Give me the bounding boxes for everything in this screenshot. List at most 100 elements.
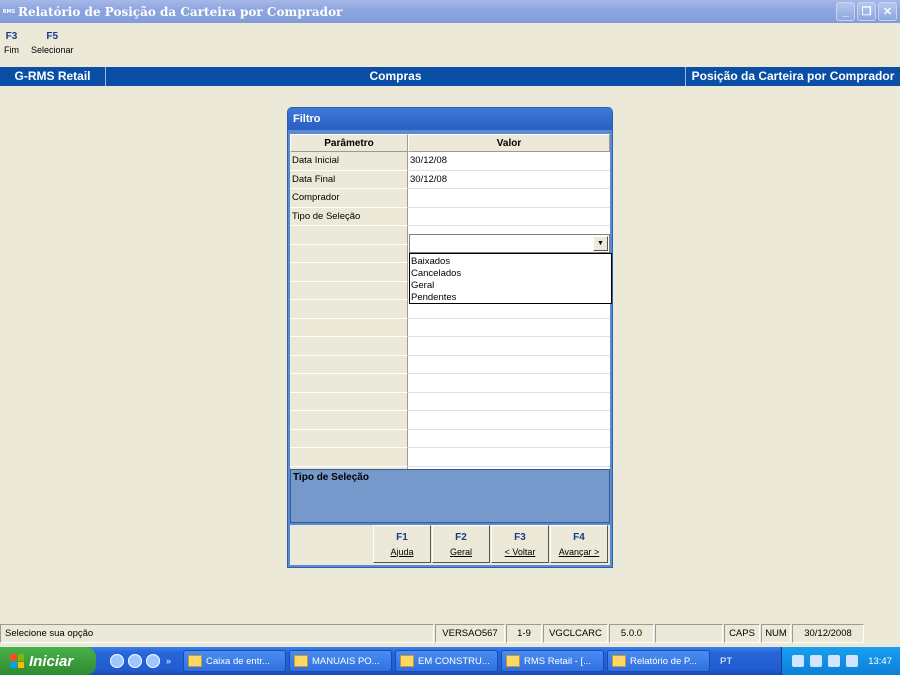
empty-cell: [290, 263, 408, 282]
empty-row: [290, 355, 610, 374]
ajuda-button[interactable]: F1 Ajuda: [373, 525, 431, 563]
dropdown-option-pendentes[interactable]: Pendentes: [411, 292, 610, 304]
internet-explorer-icon[interactable]: [110, 654, 124, 668]
rms-app-icon: [612, 655, 627, 667]
fkey-key: F5: [46, 31, 59, 42]
tipo-selecao-cell: [408, 207, 610, 226]
start-button[interactable]: Iniciar: [0, 647, 96, 675]
status-range: 1-9: [506, 624, 542, 643]
volume-icon[interactable]: [810, 655, 823, 667]
empty-cell: [408, 374, 610, 393]
button-key: F1: [396, 531, 408, 543]
tipo-selecao-combobox[interactable]: ▼: [409, 234, 610, 253]
window-title: Relatório de Posição da Carteira por Com…: [18, 4, 343, 19]
fkey-label: Fim: [4, 45, 19, 55]
folder-icon: [294, 655, 309, 667]
empty-cell: [290, 374, 408, 393]
empty-cell: [290, 226, 408, 245]
status-num: NUM: [761, 624, 791, 643]
header-app-name: G-RMS Retail: [0, 67, 106, 86]
avancar-button[interactable]: F4 Avançar >: [550, 525, 608, 563]
maximize-button[interactable]: ❐: [857, 2, 876, 21]
status-program: VGCLCARC: [543, 624, 608, 643]
parameter-grid: Parâmetro Valor Data Inicial 30/12/08 Da…: [290, 134, 612, 485]
empty-cell: [290, 281, 408, 300]
comprador-field[interactable]: [408, 189, 610, 208]
fkey-fim-button[interactable]: F3 Fim: [4, 31, 19, 61]
empty-cell: [290, 355, 408, 374]
windows-taskbar: Iniciar » Caixa de entr... MANUAIS PO...…: [0, 647, 900, 675]
calendar-icon[interactable]: [846, 655, 859, 667]
empty-cell: [290, 392, 408, 411]
system-tray: 13:47: [781, 647, 900, 675]
clock[interactable]: 13:47: [868, 656, 892, 667]
table-row: Comprador: [290, 189, 610, 208]
close-button[interactable]: ✕: [878, 2, 897, 21]
media-player-icon[interactable]: [146, 654, 160, 668]
task-button[interactable]: MANUAIS PO...: [289, 650, 393, 672]
word-document-icon: [400, 655, 415, 667]
network-icon[interactable]: [792, 655, 805, 667]
empty-cell: [408, 337, 610, 356]
empty-cell: [408, 355, 610, 374]
rms-app-icon: RMS: [2, 8, 16, 15]
minimize-button[interactable]: _: [836, 2, 855, 21]
empty-cell: [290, 337, 408, 356]
empty-cell: [290, 448, 408, 467]
geral-button[interactable]: F2 Geral: [432, 525, 490, 563]
language-indicator[interactable]: PT: [720, 656, 732, 667]
button-key: F2: [455, 531, 467, 543]
dialog-button-bar: F1 Ajuda F2 Geral F3 < Voltar F4 Avançar…: [290, 525, 610, 565]
task-button[interactable]: RMS Retail - [...: [501, 650, 605, 672]
filter-dialog: Filtro Parâmetro Valor Data Inicial 30/1…: [287, 107, 613, 568]
empty-cell: [408, 392, 610, 411]
empty-cell: [290, 300, 408, 319]
empty-row: [290, 429, 610, 448]
mail-icon: [188, 655, 203, 667]
status-version: VERSAO567: [435, 624, 505, 643]
empty-row: [290, 337, 610, 356]
taskbar-tasks: Caixa de entr... MANUAIS PO... EM CONSTR…: [183, 650, 711, 672]
dropdown-option-geral[interactable]: Geral: [411, 280, 610, 292]
param-label: Data Final: [290, 170, 408, 189]
task-button[interactable]: EM CONSTRU...: [395, 650, 499, 672]
empty-row: [290, 392, 610, 411]
voltar-button[interactable]: F3 < Voltar: [491, 525, 549, 563]
module-header: G-RMS Retail Compras Posição da Carteira…: [0, 67, 900, 86]
quick-launch-more-icon[interactable]: »: [166, 656, 171, 666]
data-inicial-field[interactable]: 30/12/08: [408, 152, 610, 171]
dropdown-option-cancelados[interactable]: Cancelados: [411, 268, 610, 280]
status-date: 30/12/2008: [792, 624, 864, 643]
function-key-toolbar: F3 Fim F5 Selecionar: [0, 31, 82, 61]
rms-tray-icon[interactable]: [828, 655, 841, 667]
chevron-down-icon[interactable]: ▼: [593, 236, 608, 251]
empty-cell: [290, 318, 408, 337]
empty-cell: [290, 411, 408, 430]
window-controls: _ ❐ ✕: [836, 2, 897, 21]
dropdown-option-baixados[interactable]: Baixados: [411, 256, 610, 268]
task-button[interactable]: Caixa de entr...: [183, 650, 287, 672]
task-button[interactable]: Relatório de P...: [607, 650, 711, 672]
data-final-field[interactable]: 30/12/08: [408, 170, 610, 189]
quick-launch: »: [110, 654, 171, 668]
start-label: Iniciar: [29, 652, 74, 670]
task-label: MANUAIS PO...: [312, 655, 380, 667]
empty-cell: [408, 429, 610, 448]
button-label: Geral: [449, 546, 472, 557]
status-caps: CAPS: [724, 624, 760, 643]
status-empty: [655, 624, 723, 643]
tipo-selecao-dropdown-list: Baixados Cancelados Geral Pendentes: [409, 253, 612, 304]
header-module: Compras: [106, 67, 686, 86]
task-label: EM CONSTRU...: [418, 655, 490, 667]
param-label: Tipo de Seleção: [290, 207, 408, 226]
button-key: F3: [514, 531, 526, 543]
empty-cell: [290, 244, 408, 263]
button-label: Avançar >: [558, 546, 600, 557]
outlook-express-icon[interactable]: [128, 654, 142, 668]
fkey-key: F3: [5, 31, 18, 42]
fkey-selecionar-button[interactable]: F5 Selecionar: [31, 31, 74, 61]
task-label: RMS Retail - [...: [524, 655, 592, 667]
button-key: F4: [573, 531, 585, 543]
empty-row: [290, 448, 610, 467]
empty-cell: [408, 448, 610, 467]
